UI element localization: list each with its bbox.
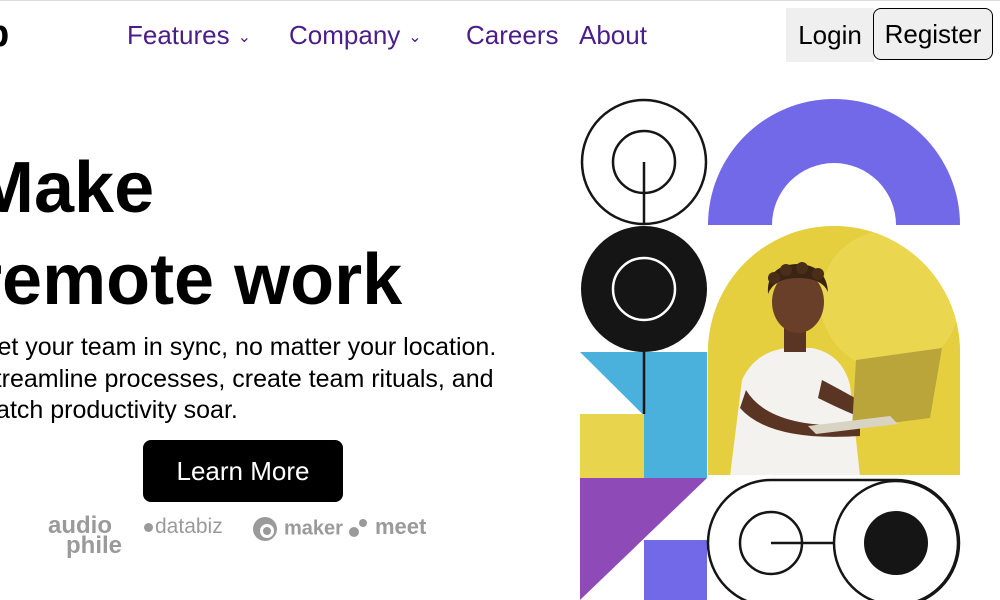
hero-illustration xyxy=(580,98,961,600)
learn-more-button[interactable]: Learn More xyxy=(143,440,343,502)
dark-disc xyxy=(581,226,707,352)
purple-arch xyxy=(708,99,960,225)
nav-careers[interactable]: Careers xyxy=(466,19,558,51)
partner-logo-audiophile: audio phile xyxy=(48,514,138,559)
headline-line-2: remote work xyxy=(0,240,403,320)
subtext-line-1: Get your team in sync, no matter your lo… xyxy=(0,333,497,361)
hero-headline: Make remote work xyxy=(0,142,402,326)
nav-features[interactable]: Features ⌄ xyxy=(127,19,251,56)
maker-circle-icon xyxy=(253,517,277,541)
audiophile-text-2: phile xyxy=(66,532,123,559)
person-with-laptop-image xyxy=(708,226,960,475)
subtext-line-3: watch productivity soar. xyxy=(0,396,238,424)
partner-logo-maker: maker xyxy=(252,516,343,542)
partner-logo-databiz: databiz xyxy=(144,515,223,539)
blue-block xyxy=(644,414,707,478)
databiz-text: databiz xyxy=(155,515,223,538)
chevron-down-icon: ⌄ xyxy=(237,29,252,46)
chevron-down-icon: ⌄ xyxy=(408,29,422,46)
maker-text: maker xyxy=(284,517,343,540)
nav-company-label: Company xyxy=(289,20,401,50)
photo-arch xyxy=(708,226,960,475)
hero-subtext: Get your team in sync, no matter your lo… xyxy=(0,332,538,427)
nav-about[interactable]: About xyxy=(579,19,647,51)
purple-square xyxy=(644,540,707,600)
meet-dots-icon xyxy=(349,519,367,538)
nav-features-label: Features xyxy=(127,20,230,50)
stadium-rings xyxy=(706,478,961,600)
logo[interactable]: b xyxy=(0,14,9,54)
login-button[interactable]: Login xyxy=(786,8,874,62)
nav-company[interactable]: Company ⌄ xyxy=(289,19,422,56)
register-button[interactable]: Register xyxy=(873,8,993,60)
top-border xyxy=(0,0,1000,1)
meet-text: meet xyxy=(375,514,427,539)
databiz-dot-icon xyxy=(144,522,153,532)
headline-line-1: Make xyxy=(0,148,155,228)
partner-logo-meet: meet xyxy=(348,514,426,540)
subtext-line-2: Streamline processes, create team ritual… xyxy=(0,364,494,393)
ring-circle-top xyxy=(580,98,708,226)
yellow-square xyxy=(580,414,644,478)
